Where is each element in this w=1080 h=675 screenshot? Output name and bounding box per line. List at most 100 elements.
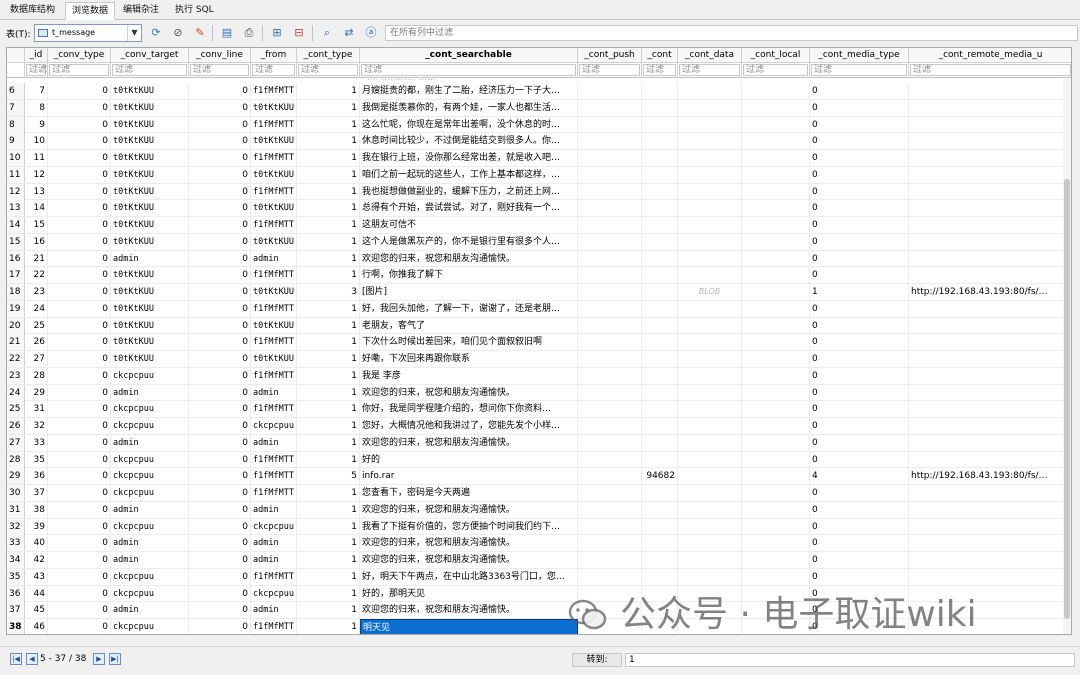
cell-cont-push[interactable]: [578, 384, 642, 401]
cell-id[interactable]: 10: [25, 133, 48, 150]
cell-cont-searchable[interactable]: 好的: [360, 451, 578, 468]
cell-conv-line[interactable]: 0: [189, 133, 251, 150]
insert-record-icon[interactable]: ⊞: [268, 24, 286, 42]
cell-cont-searchable[interactable]: 欢迎您的归来，祝您和朋友沟通愉快。: [360, 552, 578, 568]
cell-cont-local[interactable]: [742, 418, 810, 434]
row-number-cell[interactable]: 27: [7, 434, 25, 451]
table-row[interactable]: 17 22 0 t0tKtKUU 0 f1fMfMTT 1 行啊，你推我了解下 0: [7, 267, 1071, 284]
cell-from[interactable]: t0tKtKUU: [251, 133, 297, 150]
cell-conv-type[interactable]: 0: [48, 367, 111, 384]
cell-id[interactable]: 24: [25, 300, 48, 317]
cell-cont-media-type[interactable]: 0: [810, 183, 909, 200]
cell-cont-remote-media-url[interactable]: [909, 200, 1071, 216]
cell-conv-line[interactable]: 0: [189, 501, 251, 518]
cell-id[interactable]: 22: [25, 267, 48, 284]
cell-cont[interactable]: [642, 317, 678, 334]
cell-cont-media-type[interactable]: 0: [810, 150, 909, 166]
cell-cont-type[interactable]: 1: [297, 619, 360, 634]
cell-cont-type[interactable]: 1: [297, 267, 360, 284]
cell-id[interactable]: 7: [25, 83, 48, 99]
cell-cont-push[interactable]: [578, 284, 642, 300]
table-row[interactable]: 25 31 0 ckcpcpuu 0 f1fMfMTT 1 你好，我是同学程隆介绍的，想问你下…: [7, 401, 1071, 418]
cell-id[interactable]: 21: [25, 250, 48, 267]
cell-conv-line[interactable]: 0: [189, 485, 251, 501]
column-header-cont-remote-media-url[interactable]: _cont_remote_media_u: [909, 48, 1071, 63]
cell-cont-data[interactable]: [678, 552, 742, 568]
cell-cont-searchable[interactable]: 欢迎您的归来，祝您和朋友沟通愉快。: [360, 434, 578, 451]
row-number-cell[interactable]: 33: [7, 535, 25, 552]
cell-conv-target[interactable]: t0tKtKUU: [111, 284, 189, 300]
cell-cont-push[interactable]: [578, 83, 642, 99]
cell-conv-line[interactable]: 0: [189, 83, 251, 99]
cell-cont-data[interactable]: [678, 418, 742, 434]
cell-cont-push[interactable]: [578, 418, 642, 434]
cell-conv-line[interactable]: 0: [189, 367, 251, 384]
cell-cont-push[interactable]: [578, 434, 642, 451]
cell-conv-type[interactable]: 0: [48, 166, 111, 183]
cell-conv-target[interactable]: admin: [111, 552, 189, 568]
vertical-scrollbar[interactable]: [1063, 79, 1071, 634]
cell-cont-media-type[interactable]: 0: [810, 250, 909, 267]
cell-cont[interactable]: [642, 451, 678, 468]
cell-conv-type[interactable]: 0: [48, 485, 111, 501]
cell-conv-type[interactable]: 0: [48, 401, 111, 418]
cell-cont-searchable[interactable]: 欢迎您的归来，祝您和朋友沟通愉快。: [360, 501, 578, 518]
cell-cont-media-type[interactable]: 0: [810, 535, 909, 552]
cell-conv-target[interactable]: t0tKtKUU: [111, 166, 189, 183]
cell-cont-push[interactable]: [578, 217, 642, 233]
cell-cont-local[interactable]: [742, 434, 810, 451]
cell-cont-remote-media-url[interactable]: [909, 167, 1071, 183]
cell-cont-remote-media-url[interactable]: [909, 385, 1071, 401]
cell-cont-data[interactable]: [678, 535, 742, 552]
cell-conv-line[interactable]: 0: [189, 384, 251, 401]
cell-conv-target[interactable]: t0tKtKUU: [111, 116, 189, 133]
row-number-cell[interactable]: 34: [7, 552, 25, 568]
cell-cont[interactable]: [642, 401, 678, 418]
cell-cont-type[interactable]: 1: [297, 451, 360, 468]
cell-cont-media-type[interactable]: 0: [810, 485, 909, 501]
cell-cont[interactable]: [642, 183, 678, 200]
cell-cont-local[interactable]: [742, 267, 810, 284]
cell-conv-target[interactable]: t0tKtKUU: [111, 99, 189, 116]
cell-cont[interactable]: [642, 267, 678, 284]
cell-cont-data[interactable]: [678, 233, 742, 250]
row-number-cell[interactable]: 37: [7, 602, 25, 619]
table-row[interactable]: 20 25 0 t0tKtKUU 0 t0tKtKUU 1 老朋友，客气了 0: [7, 317, 1071, 335]
cell-cont-type[interactable]: 1: [297, 133, 360, 150]
cell-conv-target[interactable]: t0tKtKUU: [111, 150, 189, 166]
row-number-cell[interactable]: 22: [7, 351, 25, 367]
cell-cont[interactable]: [642, 99, 678, 116]
row-number-cell[interactable]: 24: [7, 384, 25, 401]
cell-cont-data[interactable]: [678, 485, 742, 501]
scrollbar-thumb[interactable]: [1064, 179, 1070, 619]
cell-from[interactable]: t0tKtKUU: [251, 317, 297, 334]
table-row[interactable]: 28 35 0 ckcpcpuu 0 f1fMfMTT 1 好的 0: [7, 451, 1071, 469]
cell-cont[interactable]: [642, 367, 678, 384]
cell-cont-push[interactable]: [578, 518, 642, 535]
cell-conv-type[interactable]: 0: [48, 183, 111, 200]
row-number-cell[interactable]: 38: [7, 619, 25, 634]
cell-cont-remote-media-url[interactable]: [909, 368, 1071, 384]
filter-input-cont[interactable]: 过滤: [643, 64, 676, 76]
cell-cont-media-type[interactable]: 0: [810, 418, 909, 434]
cell-cont-media-type[interactable]: 0: [810, 317, 909, 334]
cell-from[interactable]: admin: [251, 602, 297, 619]
cell-conv-type[interactable]: 0: [48, 619, 111, 634]
cell-cont-push[interactable]: [578, 267, 642, 284]
cell-cont-searchable[interactable]: 我在银行上班，没你那么经常出差，就是收入吧…: [360, 150, 578, 166]
cell-conv-type[interactable]: 0: [48, 535, 111, 552]
cell-cont-remote-media-url[interactable]: [909, 452, 1071, 468]
cell-conv-type[interactable]: 0: [48, 133, 111, 150]
row-number-cell[interactable]: 14: [7, 217, 25, 233]
cell-cont-media-type[interactable]: 0: [810, 367, 909, 384]
table-row[interactable]: 27 33 0 admin 0 admin 1 欢迎您的归来，祝您和朋友沟通愉快。 0: [7, 434, 1071, 452]
cell-cont[interactable]: [642, 200, 678, 217]
cell-cont-type[interactable]: 1: [297, 351, 360, 367]
cell-cont-media-type[interactable]: 4: [810, 468, 909, 485]
cell-cont-push[interactable]: [578, 535, 642, 552]
cell-cont-push[interactable]: [578, 501, 642, 518]
cell-cont[interactable]: [642, 217, 678, 233]
table-row[interactable]: 9 10 0 t0tKtKUU 0 t0tKtKUU 1 休息时间比较少，不过倒是能结交到很多…: [7, 133, 1071, 150]
cell-from[interactable]: f1fMfMTT: [251, 451, 297, 468]
column-header-conv-line[interactable]: _conv_line: [189, 48, 251, 63]
